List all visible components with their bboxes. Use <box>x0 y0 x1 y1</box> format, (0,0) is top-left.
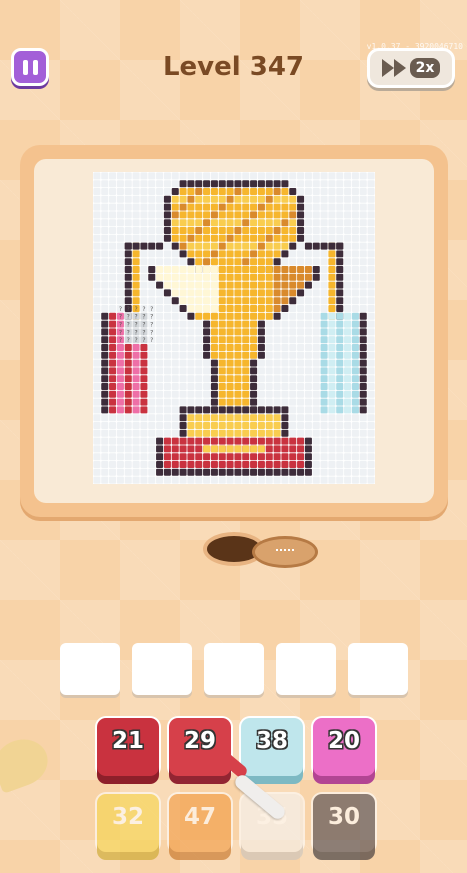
fast-forward-icon <box>381 59 406 77</box>
pixel-art-svg: ????????????????????????? <box>93 172 375 484</box>
svg-text:?: ? <box>142 306 145 313</box>
tile-slot <box>276 643 336 695</box>
svg-text:?: ? <box>142 329 145 336</box>
svg-text:?: ? <box>142 314 145 321</box>
svg-text:?: ? <box>134 322 137 329</box>
svg-text:?: ? <box>134 314 137 321</box>
svg-text:?: ? <box>127 337 130 344</box>
number-tile[interactable]: 32 <box>97 794 159 852</box>
speed-button[interactable]: 2x <box>367 48 455 88</box>
tile-slot <box>60 643 120 695</box>
svg-text:?: ? <box>150 322 153 329</box>
svg-text:?: ? <box>127 329 130 336</box>
svg-text:?: ? <box>127 306 130 313</box>
svg-text:?: ? <box>150 314 153 321</box>
tile-slot <box>204 643 264 695</box>
tile-slot <box>132 643 192 695</box>
svg-text:?: ? <box>134 306 137 313</box>
svg-text:?: ? <box>119 329 122 336</box>
puzzle-board-inner: ????????????????????????? <box>34 159 434 503</box>
coin-lid <box>252 536 318 568</box>
number-tile[interactable]: 47 <box>169 794 231 852</box>
pixel-art-canvas[interactable]: ????????????????????????? <box>93 172 375 484</box>
svg-text:?: ? <box>150 337 153 344</box>
svg-text:?: ? <box>119 337 122 344</box>
svg-text:?: ? <box>119 306 122 313</box>
puzzle-board: ????????????????????????? <box>20 145 448 517</box>
svg-text:?: ? <box>119 314 122 321</box>
svg-text:?: ? <box>134 329 137 336</box>
number-tile[interactable]: 21 <box>97 718 159 776</box>
tile-slot <box>348 643 408 695</box>
leaf-decoration <box>0 732 55 794</box>
svg-text:?: ? <box>119 322 122 329</box>
svg-text:?: ? <box>142 337 145 344</box>
number-tile[interactable]: 20 <box>313 718 375 776</box>
number-tile[interactable]: 38 <box>241 718 303 776</box>
svg-text:?: ? <box>127 314 130 321</box>
tile-slots <box>60 643 408 695</box>
number-tile[interactable]: 30 <box>313 794 375 852</box>
svg-text:?: ? <box>150 306 153 313</box>
svg-text:?: ? <box>127 322 130 329</box>
speed-label: 2x <box>409 58 441 78</box>
svg-text:?: ? <box>150 329 153 336</box>
svg-text:?: ? <box>134 337 137 344</box>
svg-text:?: ? <box>142 322 145 329</box>
